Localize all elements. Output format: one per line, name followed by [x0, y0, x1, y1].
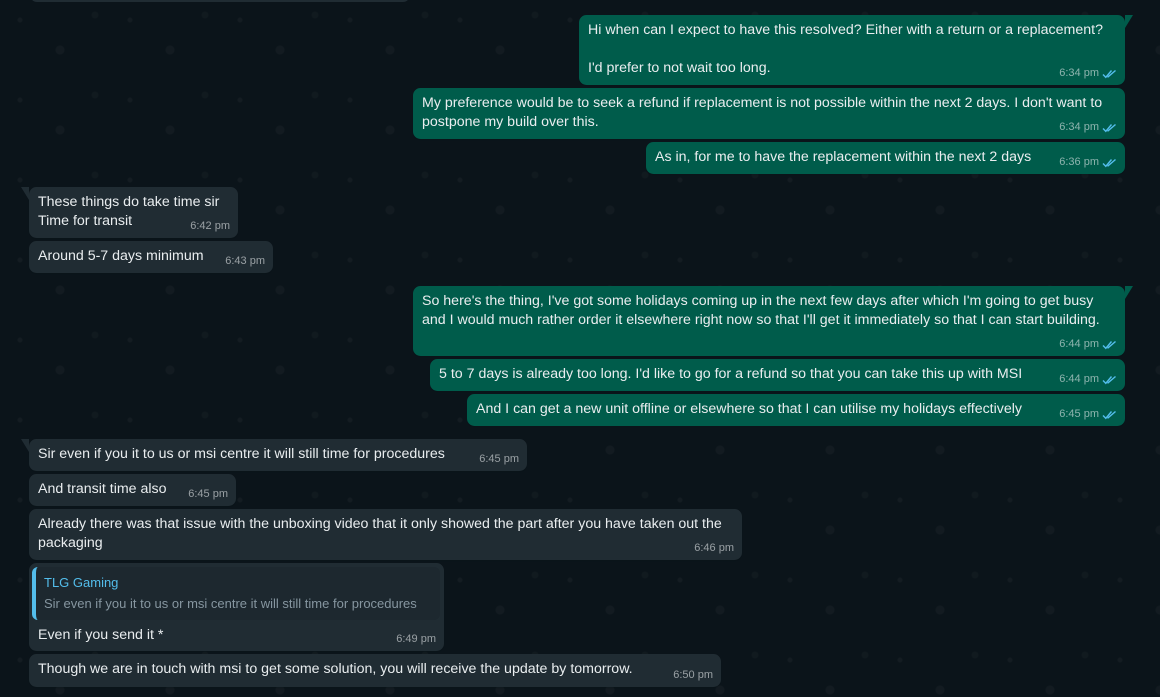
message-meta: 6:49 pm [396, 632, 436, 647]
message-text: So here's the thing, I've got some holid… [422, 293, 1100, 328]
message-meta: 6:45 pm [1059, 407, 1117, 422]
message-meta: 6:36 pm [1059, 155, 1117, 170]
message-meta: 6:44 pm [1059, 372, 1117, 387]
message-incoming[interactable]: Sir even if you it to us or msi centre i… [21, 439, 527, 471]
message-text: My preference would be to seek a refund … [422, 95, 1107, 130]
message-time: 6:45 pm [188, 488, 228, 500]
message-time: 6:45 pm [1059, 408, 1099, 420]
message-meta: 6:50 pm [673, 668, 713, 683]
message-outgoing[interactable]: So here's the thing, I've got some holid… [413, 286, 1133, 356]
message-time: 6:44 pm [1059, 338, 1099, 350]
message-incoming[interactable]: Though we are in touch with msi to get s… [29, 654, 721, 687]
double-check-read-icon [1102, 158, 1117, 168]
message-outgoing[interactable]: And I can get a new unit offline or else… [467, 394, 1125, 426]
message-meta: 6:45 pm [188, 487, 228, 502]
message-time: 6:43 pm [225, 255, 265, 267]
message-text: Though we are in touch with msi to get s… [38, 661, 633, 677]
message-time: 6:44 pm [1059, 373, 1099, 385]
double-check-read-icon [1102, 340, 1117, 350]
message-meta: 6:34 pm [1059, 66, 1117, 81]
message-outgoing[interactable]: Hi when can I expect to have this resolv… [579, 15, 1133, 85]
message-time: 6:49 pm [396, 633, 436, 645]
message-incoming[interactable]: Around 5-7 days minimum 6:43 pm [29, 241, 273, 273]
message-time: 6:50 pm [673, 669, 713, 681]
message-time: 6:46 pm [694, 542, 734, 554]
message-text: And I can get a new unit offline or else… [476, 401, 1022, 417]
message-text: Hi when can I expect to have this resolv… [588, 22, 1103, 76]
previous-message-stub [30, 0, 410, 2]
message-time: 6:45 pm [479, 453, 519, 465]
double-check-read-icon [1102, 123, 1117, 133]
message-incoming[interactable]: And transit time also 6:45 pm [29, 474, 236, 506]
message-time: 6:42 pm [190, 220, 230, 232]
message-text: Already there was that issue with the un… [38, 516, 726, 551]
message-meta: 6:34 pm [1059, 120, 1117, 135]
message-text: Even if you send it * [38, 627, 164, 643]
message-incoming[interactable]: Already there was that issue with the un… [29, 509, 742, 560]
chat-panel: Hi when can I expect to have this resolv… [0, 0, 1160, 697]
message-meta: 6:46 pm [694, 541, 734, 556]
message-meta: 6:44 pm [1059, 337, 1117, 352]
message-time: 6:36 pm [1059, 156, 1099, 168]
message-incoming[interactable]: These things do take time sir Time for t… [21, 187, 238, 238]
quoted-message[interactable]: TLG Gaming Sir even if you it to us or m… [32, 567, 440, 620]
message-incoming-reply[interactable]: TLG Gaming Sir even if you it to us or m… [29, 563, 444, 651]
quoted-message-author: TLG Gaming [44, 575, 119, 590]
message-text: Sir even if you it to us or msi centre i… [38, 446, 445, 462]
message-outgoing[interactable]: As in, for me to have the replacement wi… [646, 142, 1125, 174]
message-meta: 6:42 pm [190, 219, 230, 234]
message-text: 5 to 7 days is already too long. I'd lik… [439, 366, 1023, 382]
message-meta: 6:43 pm [225, 254, 265, 269]
message-outgoing[interactable]: My preference would be to seek a refund … [413, 88, 1125, 139]
message-outgoing[interactable]: 5 to 7 days is already too long. I'd lik… [430, 359, 1125, 391]
message-text: As in, for me to have the replacement wi… [655, 149, 1032, 165]
double-check-read-icon [1102, 410, 1117, 420]
message-time: 6:34 pm [1059, 121, 1099, 133]
double-check-read-icon [1102, 69, 1117, 79]
message-meta: 6:45 pm [479, 452, 519, 467]
message-time: 6:34 pm [1059, 67, 1099, 79]
quoted-message-text: Sir even if you it to us or msi centre i… [44, 596, 417, 611]
double-check-read-icon [1102, 375, 1117, 385]
